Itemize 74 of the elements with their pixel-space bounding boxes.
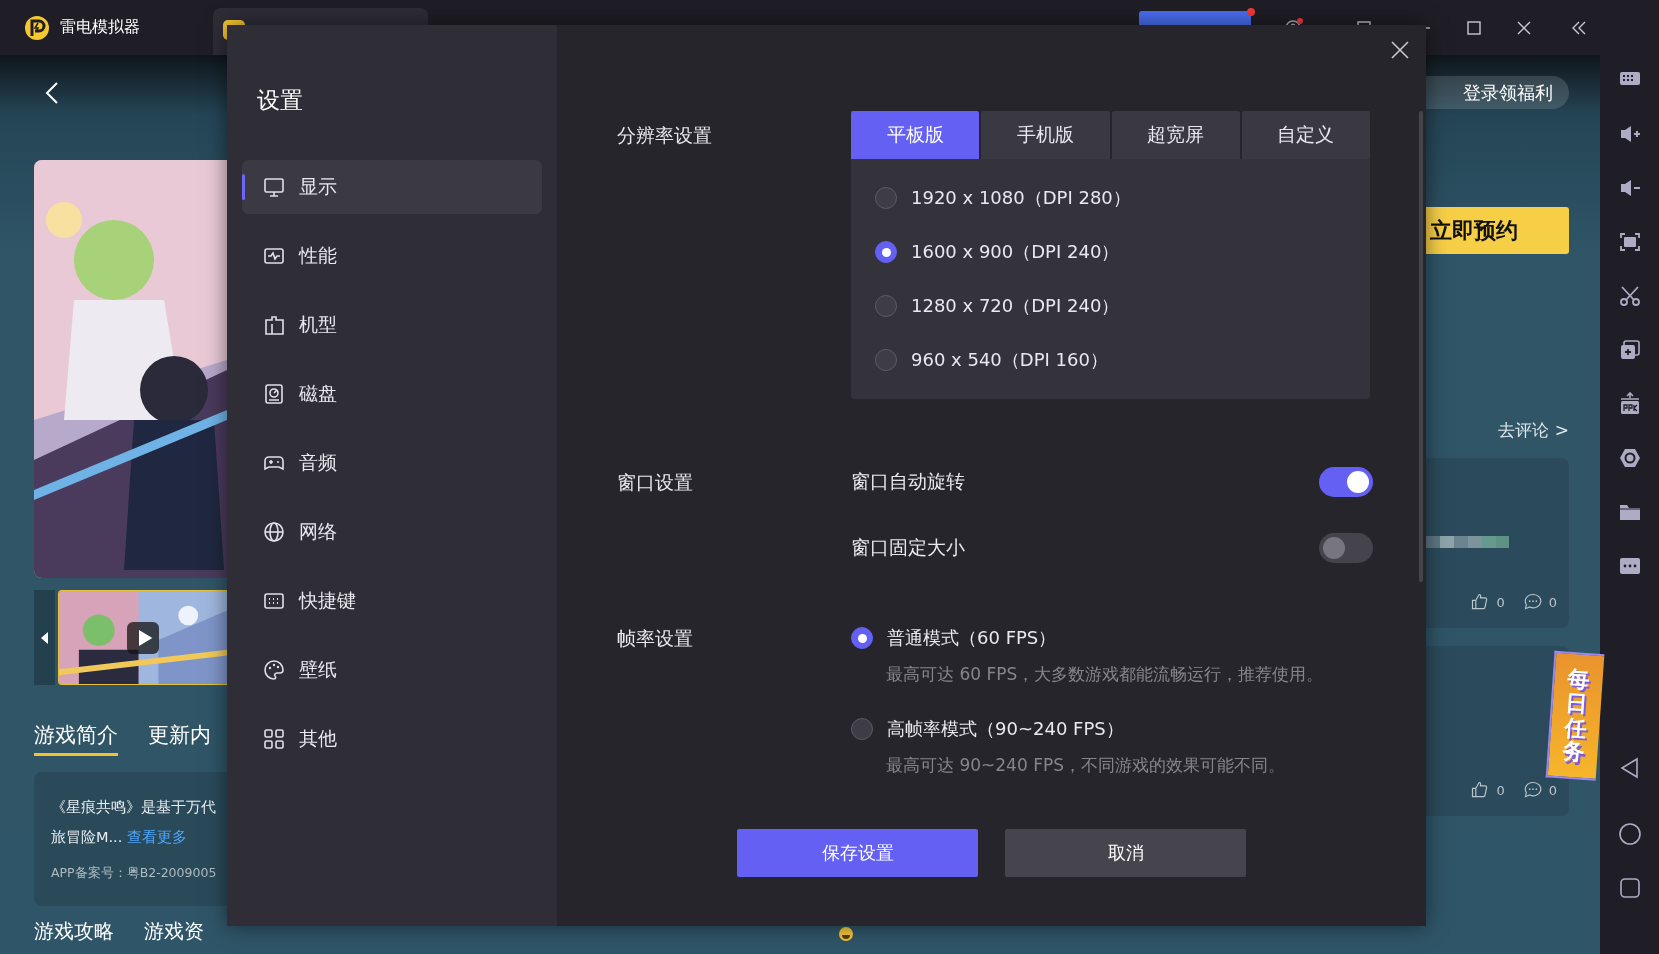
like-count[interactable]: 0 <box>1470 780 1505 800</box>
more-link[interactable]: 查看更多 <box>126 829 187 845</box>
home-icon[interactable] <box>1617 822 1642 846</box>
settings-nav-item[interactable]: 磁盘 <box>242 367 542 421</box>
globe-icon <box>263 521 285 543</box>
fullscreen-icon[interactable] <box>1617 230 1642 254</box>
settings-title: 设置 <box>257 86 304 115</box>
settings-nav-item[interactable]: 显示 <box>242 160 542 214</box>
save-button[interactable]: 保存设置 <box>737 829 978 877</box>
pulse-icon <box>263 245 285 267</box>
comment-icon <box>1522 780 1543 800</box>
radio-button[interactable] <box>875 241 897 263</box>
maximize-icon[interactable] <box>1465 18 1483 37</box>
option-description: 最高可达 60 FPS，大多数游戏都能流畅运行，推荐使用。 <box>885 663 1325 686</box>
reserve-button[interactable]: 立即预约 <box>1426 207 1569 254</box>
close-icon[interactable] <box>1390 40 1410 60</box>
review-link[interactable]: 去评论 > <box>1498 419 1569 442</box>
caret-icon <box>40 631 49 644</box>
toggle-switch[interactable] <box>1319 533 1373 563</box>
device-icon <box>263 314 285 336</box>
radio-button[interactable] <box>875 349 897 371</box>
settings-nav-item[interactable]: 壁纸 <box>242 643 542 697</box>
section-label: 分辨率设置 <box>617 123 713 148</box>
radio-label: 高帧率模式（90~240 FPS） <box>887 717 1124 741</box>
resolution-tab[interactable]: 手机版 <box>981 111 1110 159</box>
recent-apps-icon[interactable] <box>1617 876 1642 900</box>
like-count[interactable]: 0 <box>1470 592 1505 612</box>
logo-icon <box>24 14 50 41</box>
settings-nav-item[interactable]: 网络 <box>242 505 542 559</box>
toggle-label: 窗口固定大小 <box>851 535 965 560</box>
option-description: 最高可达 90~240 FPS，不同游戏的效果可能不同。 <box>885 754 1286 777</box>
comment-icon <box>1522 592 1543 612</box>
scissors-icon[interactable] <box>1617 284 1642 308</box>
radio-label: 1280 x 720（DPI 240） <box>911 294 1120 318</box>
settings-nav-item[interactable]: 机型 <box>242 298 542 352</box>
play-icon[interactable] <box>127 622 159 654</box>
comment-count[interactable]: 0 <box>1522 780 1557 800</box>
section-tab[interactable]: 游戏攻略 <box>34 918 114 944</box>
resolution-tab[interactable]: 超宽屏 <box>1111 111 1240 159</box>
radio-label: 1600 x 900（DPI 240） <box>911 240 1120 264</box>
content-tab[interactable]: 游戏简介 <box>34 721 118 756</box>
comment-count[interactable]: 0 <box>1522 592 1557 612</box>
section-label: 帧率设置 <box>617 626 694 651</box>
toggle-label: 窗口自动旋转 <box>851 469 965 494</box>
radio-button[interactable] <box>875 187 897 209</box>
palette-icon <box>263 659 285 681</box>
settings-nav-item[interactable]: 音频 <box>242 436 542 490</box>
radio-label: 1920 x 1080（DPI 280） <box>911 186 1131 210</box>
filing-number: APP备案号：粤B2-2009005 <box>51 865 218 882</box>
keyboard-icon <box>263 590 285 612</box>
resolution-tab[interactable]: 平板版 <box>851 111 980 159</box>
grid-icon <box>263 728 285 750</box>
resolution-tab[interactable]: 自定义 <box>1241 111 1370 159</box>
radio-button[interactable] <box>851 718 873 740</box>
smiley-icon <box>838 926 854 942</box>
section-tab[interactable]: 游戏资 <box>144 918 204 944</box>
game-description: 《星痕共鸣》是基于万代 旅冒险M... 查看更多 <box>51 798 217 847</box>
settings-nav-item[interactable]: 性能 <box>242 229 542 283</box>
settings-nav-item[interactable]: 其他 <box>242 712 542 766</box>
app-title: 雷电模拟器 <box>60 17 140 38</box>
hexagon-icon[interactable] <box>1617 446 1642 470</box>
settings-nav-item[interactable]: 快捷键 <box>242 574 542 628</box>
radio-button[interactable] <box>851 627 873 649</box>
scrollbar[interactable] <box>1419 111 1423 582</box>
monitor-icon <box>263 176 285 198</box>
previous-button[interactable] <box>34 590 55 685</box>
login-button[interactable]: 登录领福利 <box>1426 76 1569 109</box>
toggle-switch[interactable] <box>1319 467 1373 497</box>
radio-label: 普通模式（60 FPS） <box>887 626 1057 650</box>
section-label: 窗口设置 <box>617 470 694 495</box>
radio-button[interactable] <box>875 295 897 317</box>
radio-label: 960 x 540（DPI 160） <box>911 348 1108 372</box>
content-tab[interactable]: 更新内 <box>148 721 211 756</box>
cancel-button[interactable]: 取消 <box>1005 829 1246 877</box>
